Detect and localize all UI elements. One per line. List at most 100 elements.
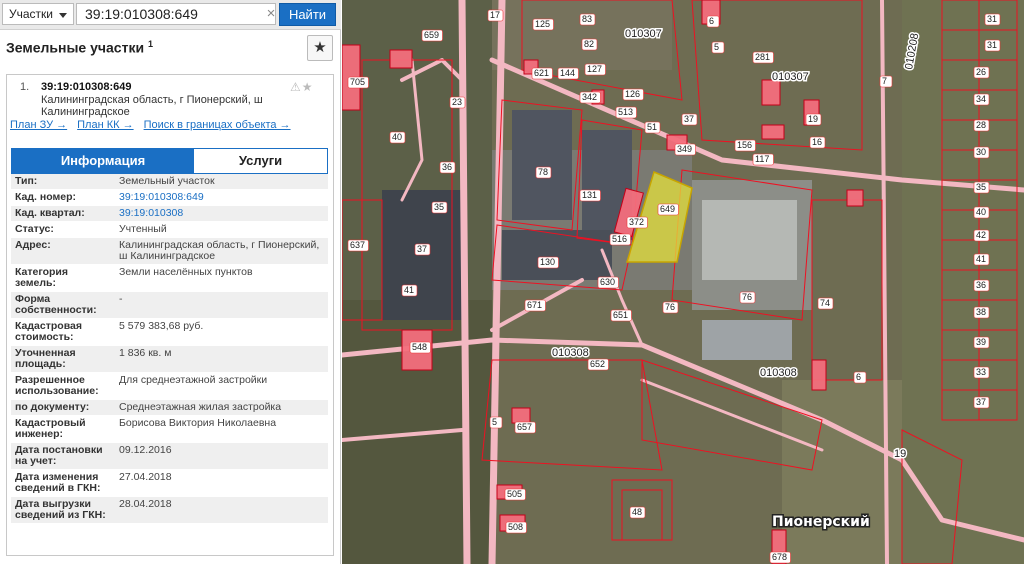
info-value: Учтенный [115, 221, 328, 238]
plan-zu-link[interactable]: План ЗУ → [10, 119, 67, 131]
plot-number-label[interactable]: 40 [392, 132, 402, 142]
search-in-bounds-link[interactable]: Поиск в границах объекта → [144, 119, 291, 131]
plot-number-label[interactable]: 505 [507, 489, 522, 499]
plot-number-label[interactable]: 649 [660, 204, 675, 214]
plot-number-label[interactable]: 35 [976, 182, 986, 192]
info-row: Тип: Земельный участок [11, 174, 328, 190]
plot-number-label[interactable]: 76 [665, 302, 675, 312]
plan-kk-link[interactable]: План КК → [77, 119, 133, 131]
plot-number-label[interactable]: 36 [442, 162, 452, 172]
plot-number-label[interactable]: 35 [434, 202, 444, 212]
info-key: Дата изменения сведений в ГКН: [11, 469, 115, 497]
plot-number-label[interactable]: 37 [417, 244, 427, 254]
plot-number-label[interactable]: 41 [976, 254, 986, 264]
result-action-icons[interactable]: ⚠★ [290, 80, 314, 94]
quarter-label: 010308 [552, 347, 589, 359]
plot-number-label[interactable]: 26 [976, 67, 986, 77]
object-type-select[interactable]: Участки [2, 3, 74, 25]
plot-number-label[interactable]: 76 [742, 292, 752, 302]
plot-number-label[interactable]: 37 [976, 397, 986, 407]
info-value: 27.04.2018 [115, 469, 328, 497]
plot-number-label[interactable]: 117 [755, 154, 769, 164]
plot-number-label[interactable]: 31 [987, 40, 997, 50]
plot-number-label[interactable]: 16 [812, 137, 822, 147]
result-cadastral-number[interactable]: 39:19:010308:649 [41, 81, 132, 93]
info-key: Дата выгрузки сведений из ГКН: [11, 496, 115, 524]
plot-number-label[interactable]: 659 [424, 30, 439, 40]
plot-number-label[interactable]: 42 [976, 230, 986, 240]
quarter-label: 010307 [772, 71, 809, 83]
plot-number-label[interactable]: 74 [820, 298, 830, 308]
plot-number-label[interactable]: 372 [629, 217, 644, 227]
plot-number-label[interactable]: 78 [538, 167, 548, 177]
plot-number-label[interactable]: 342 [582, 92, 597, 102]
plot-number-label[interactable]: 349 [677, 144, 692, 154]
map-view[interactable]: 649 659231740363537416377051258382656211… [342, 0, 1024, 564]
plot-number-label[interactable]: 33 [976, 367, 986, 377]
plot-number-label[interactable]: 671 [527, 300, 542, 310]
cadastral-map[interactable]: 649 659231740363537416377051258382656211… [342, 0, 1024, 564]
plot-fill [389, 49, 413, 69]
plot-number-label[interactable]: 156 [737, 140, 752, 150]
result-address: Калининградская область, г Пионерский, ш… [41, 94, 263, 118]
plot-number-label[interactable]: 31 [987, 14, 997, 24]
plot-number-label[interactable]: 7 [882, 76, 887, 86]
plot-number-label[interactable]: 39 [976, 337, 986, 347]
plot-number-label[interactable]: 38 [976, 307, 986, 317]
plot-number-label[interactable]: 23 [452, 97, 462, 107]
plot-number-label[interactable]: 130 [540, 257, 555, 267]
plot-number-label[interactable]: 678 [772, 552, 787, 562]
close-icon[interactable]: × [264, 3, 278, 25]
plot-number-label[interactable]: 705 [350, 77, 365, 87]
search-input[interactable] [76, 3, 276, 25]
plot-number-label[interactable]: 548 [412, 342, 427, 352]
info-value[interactable]: 39:19:010308:649 [115, 189, 328, 206]
plot-number-label[interactable]: 630 [600, 277, 615, 287]
plot-number-label[interactable]: 144 [560, 68, 575, 78]
plot-number-label[interactable]: 83 [582, 14, 592, 24]
plot-number-label[interactable]: 621 [534, 68, 549, 78]
info-row: Дата постановки на учет: 09.12.2016 [11, 442, 328, 470]
plot-number-label[interactable]: 36 [976, 280, 986, 290]
info-row: Кад. квартал: 39:19:010308 [11, 205, 328, 222]
building-south [702, 320, 792, 360]
plot-number-label[interactable]: 652 [590, 359, 605, 369]
info-key: Тип: [11, 174, 115, 190]
info-value: 28.04.2018 [115, 496, 328, 524]
plot-number-label[interactable]: 125 [535, 19, 550, 29]
plot-number-label[interactable]: 281 [755, 52, 770, 62]
plot-number-label[interactable]: 30 [976, 147, 986, 157]
find-button[interactable]: Найти [279, 3, 336, 26]
plot-number-label[interactable]: 513 [618, 107, 633, 117]
plot-number-label[interactable]: 516 [612, 234, 627, 244]
plot-number-label[interactable]: 40 [976, 207, 986, 217]
favorites-button[interactable]: ★ [307, 35, 333, 61]
info-value[interactable]: 39:19:010308 [115, 205, 328, 222]
plot-number-label[interactable]: 637 [350, 240, 365, 250]
plot-number-label[interactable]: 6 [709, 16, 714, 26]
plot-number-label[interactable]: 51 [647, 122, 657, 132]
plot-number-label[interactable]: 37 [684, 114, 694, 124]
plot-number-label[interactable]: 5 [714, 42, 719, 52]
plot-number-label[interactable]: 19 [808, 114, 818, 124]
page-title-text: Земельные участки [6, 39, 145, 56]
info-key: по документу: [11, 399, 115, 416]
plot-number-label[interactable]: 41 [404, 285, 414, 295]
tab-services[interactable]: Услуги [194, 149, 327, 173]
plot-number-label[interactable]: 508 [508, 522, 523, 532]
plot-number-label[interactable]: 82 [584, 39, 594, 49]
plot-number-label[interactable]: 48 [632, 507, 642, 517]
page-title: Земельные участки 1 [6, 39, 153, 56]
plot-number-label[interactable]: 5 [492, 417, 497, 427]
plot-number-label[interactable]: 651 [613, 310, 628, 320]
plot-number-label[interactable]: 131 [582, 190, 597, 200]
plot-number-label[interactable]: 28 [976, 120, 986, 130]
plot-fill [846, 189, 864, 207]
tab-information[interactable]: Информация [12, 149, 194, 173]
plot-number-label[interactable]: 127 [587, 64, 602, 74]
plot-number-label[interactable]: 6 [856, 372, 861, 382]
plot-number-label[interactable]: 657 [517, 422, 532, 432]
plot-number-label[interactable]: 126 [625, 89, 640, 99]
plot-number-label[interactable]: 17 [490, 10, 500, 20]
plot-number-label[interactable]: 34 [976, 94, 986, 104]
